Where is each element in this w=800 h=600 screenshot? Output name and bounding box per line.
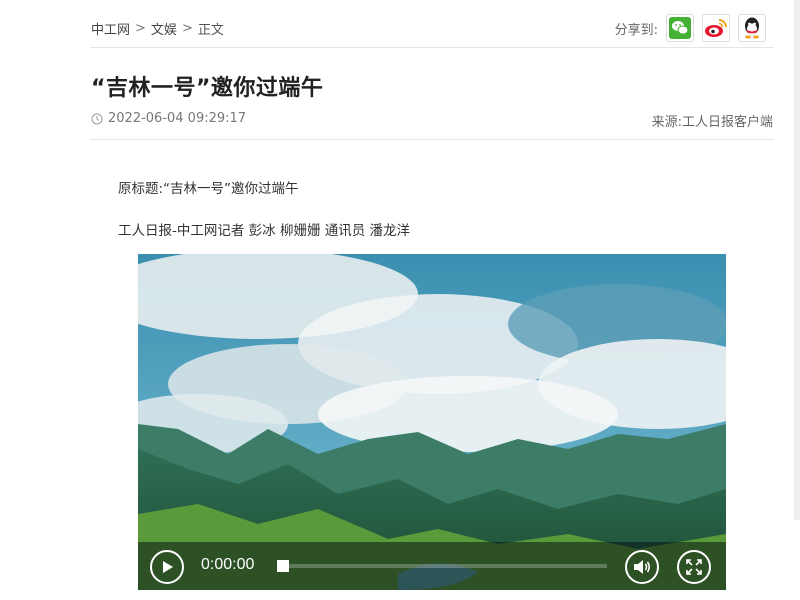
progress-knob[interactable]: [277, 560, 289, 572]
breadcrumb-current: 正文: [197, 23, 224, 38]
breadcrumb-separator: >: [181, 21, 193, 36]
clock-icon: [91, 113, 103, 124]
meta-divider: [90, 139, 774, 140]
article-paragraph: 工人日报-中工网记者 彭冰 柳姗姗 通讯员 潘龙洋: [118, 223, 411, 239]
article-paragraph: 原标题:“吉林一号”邀你过端午: [118, 181, 299, 197]
video-frame: [138, 254, 726, 590]
fullscreen-icon: [686, 559, 702, 575]
header-divider: [90, 47, 774, 48]
article-title: “吉林一号”邀你过端午: [91, 76, 324, 101]
current-time: 0:00:00: [201, 556, 255, 573]
datetime-text: 2022-06-04 09:29:17: [108, 111, 247, 126]
play-icon: [163, 561, 173, 573]
breadcrumb-category[interactable]: 文娱: [151, 19, 177, 38]
volume-button[interactable]: [625, 550, 659, 584]
weibo-icon: [705, 19, 727, 37]
share-wechat-button[interactable]: [666, 14, 694, 42]
breadcrumb-home[interactable]: 中工网: [91, 19, 130, 38]
breadcrumb: 中工网 > 文娱 > 正文: [91, 19, 224, 38]
play-button[interactable]: [150, 550, 184, 584]
breadcrumb-separator: >: [135, 21, 146, 36]
volume-icon: [634, 560, 651, 574]
share-label: 分享到:: [614, 22, 658, 38]
wechat-icon: [669, 17, 691, 39]
progress-track[interactable]: [289, 564, 607, 568]
fullscreen-button[interactable]: [677, 550, 711, 584]
article-source: 来源:工人日报客户端: [651, 115, 773, 130]
share-bar: 分享到:: [615, 14, 766, 42]
share-weibo-button[interactable]: [702, 14, 730, 42]
page-scrollbar[interactable]: [794, 0, 800, 520]
qq-icon: [745, 17, 759, 39]
video-player[interactable]: 0:00:00: [138, 254, 726, 590]
video-controls: 0:00:00: [138, 542, 726, 590]
share-qq-button[interactable]: [738, 14, 766, 42]
article-datetime: 2022-06-04 09:29:17: [91, 111, 246, 126]
